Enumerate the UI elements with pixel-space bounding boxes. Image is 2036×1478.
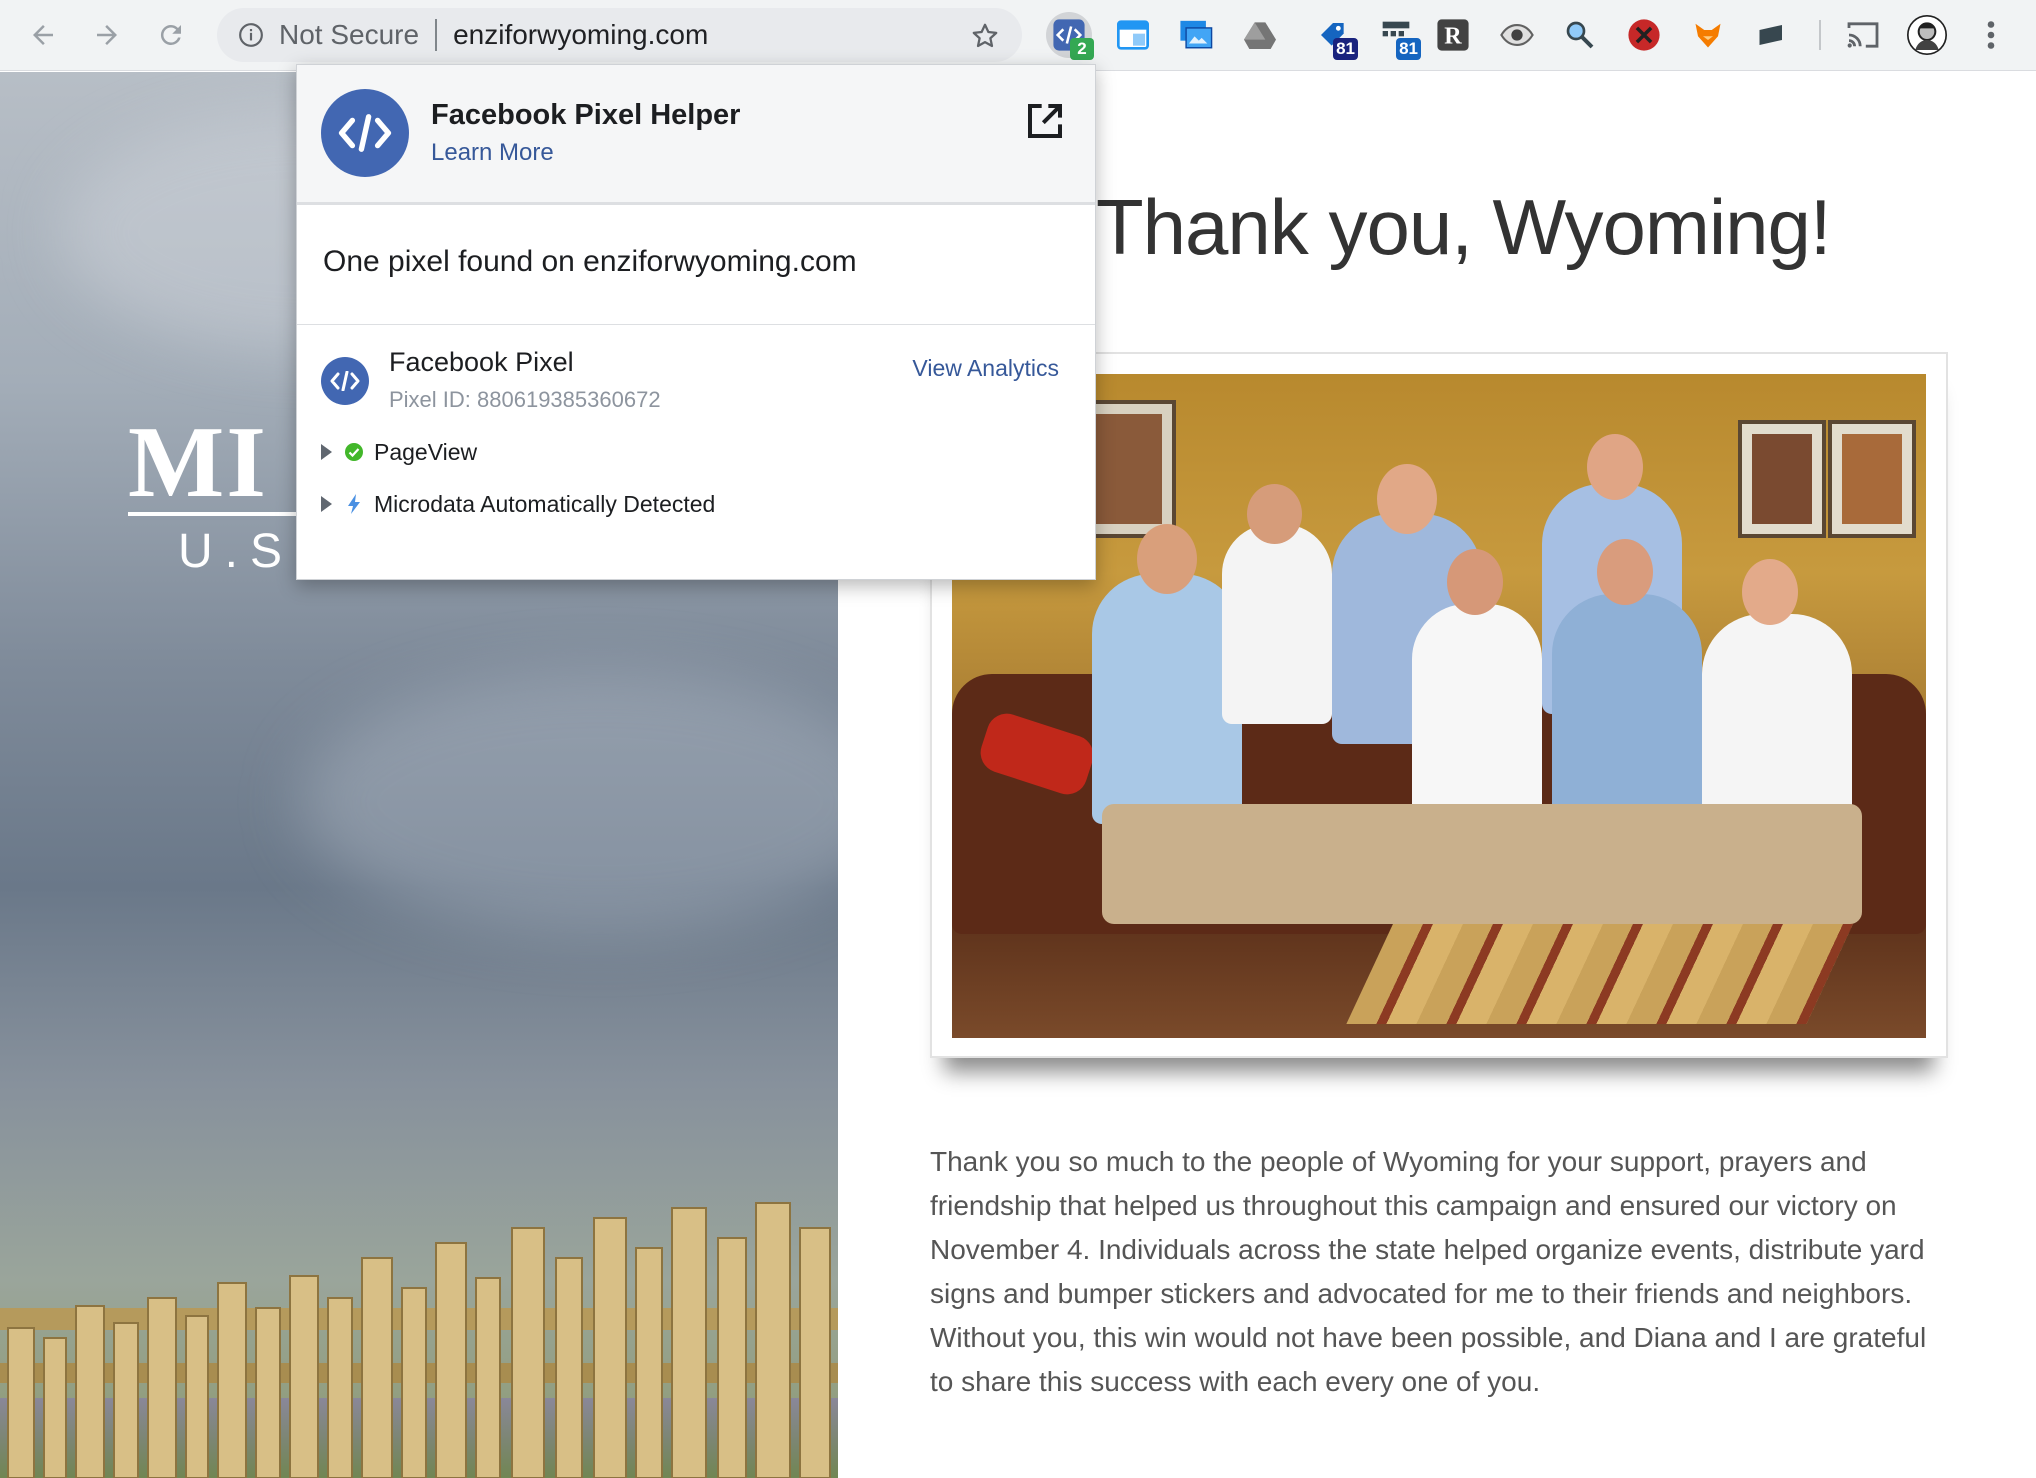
rug: [1346, 914, 1858, 1024]
person: [1092, 574, 1242, 824]
check-circle-icon: [344, 442, 364, 462]
expand-triangle-icon[interactable]: [321, 444, 332, 460]
fox-icon: [1695, 23, 1721, 48]
event-row-pageview[interactable]: PageView: [321, 437, 477, 467]
external-link-icon[interactable]: [1025, 101, 1065, 141]
box-icon: [1759, 25, 1782, 45]
screenshot-icon: [1180, 20, 1213, 49]
browser-menu-button[interactable]: [1968, 12, 2014, 58]
family-photo[interactable]: [952, 374, 1926, 1038]
page-headline: Thank you, Wyoming!: [1096, 183, 1832, 271]
url-text[interactable]: enziforwyoming.com: [453, 19, 708, 51]
pixel-id: Pixel ID: 880619385360672: [389, 387, 661, 412]
r-extension[interactable]: R: [1430, 12, 1476, 58]
arrow-left-icon: [33, 25, 53, 45]
person: [1222, 524, 1332, 724]
logo-rule: [128, 512, 298, 516]
drive-extension[interactable]: [1237, 12, 1283, 58]
browser-toolbar: Not Secure enziforwyoming.com 2 81 81 R: [0, 0, 2036, 71]
box-extension[interactable]: [1749, 12, 1795, 58]
extension-badge: 81: [1396, 38, 1421, 60]
star-icon[interactable]: [970, 21, 1000, 51]
forward-button[interactable]: [84, 12, 130, 58]
lightning-icon: [344, 494, 364, 514]
eye-extension[interactable]: [1494, 12, 1540, 58]
block-extension[interactable]: [1621, 12, 1667, 58]
event-label: Microdata Automatically Detected: [374, 490, 716, 517]
person-head: [1137, 524, 1197, 594]
address-separator: [435, 19, 438, 51]
pixel-code-icon: [321, 357, 369, 405]
cloud: [300, 672, 838, 932]
magnifier-icon: [1566, 21, 1594, 49]
person-head: [1447, 549, 1503, 615]
profile-avatar[interactable]: [1904, 12, 1950, 58]
back-button[interactable]: [20, 12, 66, 58]
cast-icon: [1847, 22, 1879, 48]
fox-extension[interactable]: [1685, 12, 1731, 58]
avatar-icon: [1907, 15, 1947, 55]
person-head: [1597, 539, 1653, 605]
picture-frame: [1828, 420, 1916, 538]
r-icon: R: [1437, 19, 1469, 51]
extension-badge: 81: [1333, 38, 1358, 60]
address-bar[interactable]: Not Secure enziforwyoming.com: [217, 8, 1022, 62]
pixel-helper-logo-icon: [321, 89, 409, 177]
person-head: [1377, 464, 1437, 534]
site-logo-subtitle: U.S: [178, 525, 295, 578]
person-head: [1742, 559, 1798, 625]
site-logo[interactable]: MI: [128, 404, 268, 521]
learn-more-link[interactable]: Learn More: [431, 139, 554, 167]
expand-triangle-icon[interactable]: [321, 496, 332, 512]
arrow-right-icon: [97, 25, 117, 45]
view-analytics-link[interactable]: View Analytics: [912, 355, 1059, 382]
reload-button[interactable]: [148, 12, 194, 58]
structure-extension[interactable]: 81: [1373, 12, 1421, 60]
popup-title: Facebook Pixel Helper: [431, 99, 741, 131]
more-vertical-icon: [1987, 21, 1995, 49]
facebook-pixel-helper-extension[interactable]: 2: [1046, 12, 1094, 60]
popup-header: Facebook Pixel Helper Learn More: [297, 65, 1095, 205]
person-head: [1587, 434, 1643, 500]
drive-icon: [1244, 22, 1276, 49]
block-icon: [1628, 19, 1660, 51]
picture-frame: [1738, 420, 1826, 538]
tag-extension[interactable]: 81: [1310, 12, 1358, 60]
screenshot-extension[interactable]: [1173, 12, 1219, 58]
magnifier-extension[interactable]: [1557, 12, 1603, 58]
toolbar-divider: [1819, 20, 1821, 50]
event-row-microdata[interactable]: Microdata Automatically Detected: [321, 489, 715, 519]
info-icon[interactable]: [237, 21, 265, 49]
window-extension[interactable]: [1110, 12, 1156, 58]
svg-text:R: R: [1444, 24, 1462, 50]
extension-badge: 2: [1070, 38, 1094, 60]
trousers: [1102, 804, 1862, 924]
pixel-helper-popup: Facebook Pixel Helper Learn More One pix…: [296, 64, 1096, 580]
person-head: [1247, 484, 1302, 544]
pixel-name: Facebook Pixel: [389, 347, 574, 377]
event-label: PageView: [374, 438, 478, 465]
wooden-fence: [0, 1202, 838, 1478]
window-icon: [1117, 20, 1149, 50]
eye-icon: [1500, 24, 1534, 46]
pixel-found-summary: One pixel found on enziforwyoming.com: [323, 245, 857, 278]
popup-divider: [297, 324, 1095, 325]
thank-you-paragraph: Thank you so much to the people of Wyomi…: [930, 1146, 1927, 1397]
cast-button[interactable]: [1840, 12, 1886, 58]
security-label[interactable]: Not Secure: [279, 19, 419, 51]
reload-icon: [160, 24, 181, 45]
